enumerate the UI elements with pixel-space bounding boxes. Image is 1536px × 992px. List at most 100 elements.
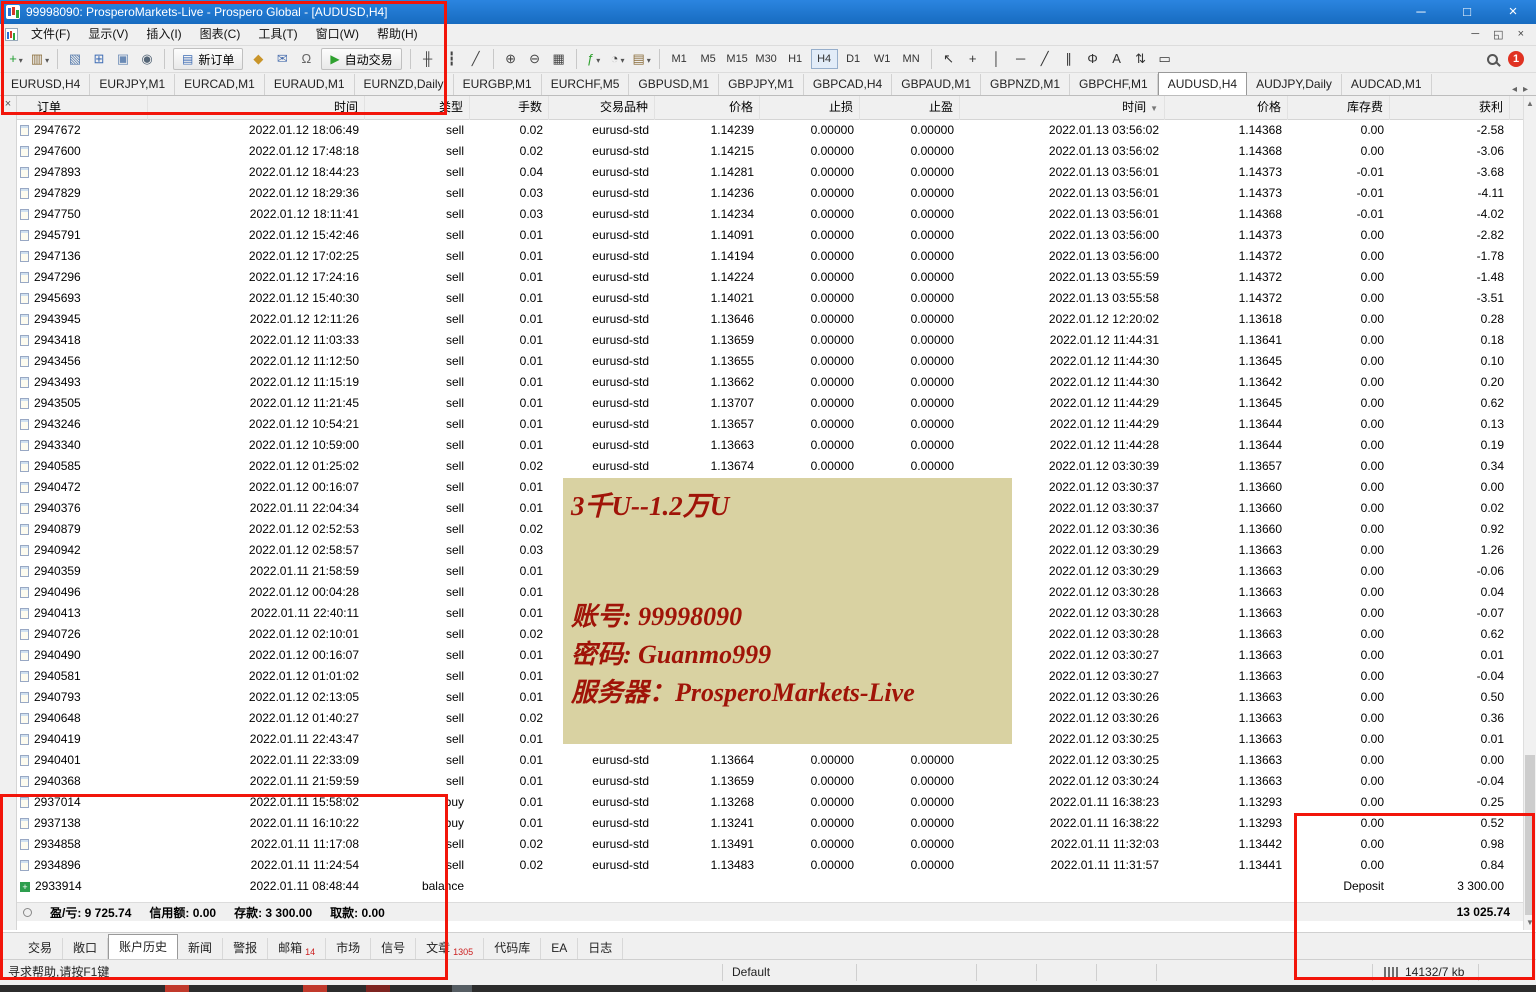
symbol-tab-gbpusd-m1[interactable]: GBPUSD,M1 — [629, 74, 719, 95]
timeframe-button-mn[interactable]: MN — [898, 49, 925, 69]
column-header-symbol[interactable]: 交易品种 — [549, 96, 655, 120]
table-row[interactable]: 29434182022.01.12 11:03:33sell0.01eurusd… — [17, 330, 1523, 351]
bottom-tab-market[interactable]: 市场 — [326, 938, 371, 959]
column-header-order[interactable]: 订单 — [17, 96, 148, 120]
vertical-line-icon[interactable]: │ — [986, 48, 1008, 70]
bottom-tab-alerts[interactable]: 警报 — [223, 938, 268, 959]
panel-close-icon[interactable]: × — [2, 99, 15, 112]
menu-item[interactable]: 图表(C) — [191, 24, 250, 45]
channel-icon[interactable]: ∥ — [1058, 48, 1080, 70]
mdi-minimize-icon[interactable]: ─ — [1471, 28, 1479, 41]
table-row[interactable]: 29370142022.01.11 15:58:02buy0.01eurusd-… — [17, 792, 1523, 813]
timeframe-button-d1[interactable]: D1 — [840, 49, 867, 69]
timeframe-button-m30[interactable]: M30 — [753, 49, 780, 69]
table-row[interactable]: +29339142022.01.11 08:48:44balanceDeposi… — [17, 876, 1523, 897]
bottom-tab-journal[interactable]: 日志 — [578, 938, 623, 959]
arrows-icon[interactable]: ⇅ — [1130, 48, 1152, 70]
column-header-stop-loss[interactable]: 止损 — [760, 96, 860, 120]
tab-scroll-left-icon[interactable]: ◂ — [1512, 84, 1517, 95]
column-header-profit[interactable]: 获利 — [1390, 96, 1510, 120]
bottom-tab-ea[interactable]: EA — [541, 938, 578, 959]
bottom-tab-articles[interactable]: 文章1305 — [416, 938, 484, 959]
menu-item[interactable]: 帮助(H) — [368, 24, 427, 45]
bottom-tab-account-history[interactable]: 账户历史 — [108, 934, 178, 959]
column-header-close-time[interactable]: 时间▼ — [960, 96, 1165, 120]
bottom-tab-trade[interactable]: 交易 — [18, 938, 63, 959]
column-header-take-profit[interactable]: 止盈 — [860, 96, 960, 120]
column-header-close-price[interactable]: 价格 — [1165, 96, 1288, 120]
table-row[interactable]: 29371382022.01.11 16:10:22buy0.01eurusd-… — [17, 813, 1523, 834]
profiles-icon[interactable]: ▥▾ — [29, 48, 51, 70]
column-header-lots[interactable]: 手数 — [470, 96, 549, 120]
table-row[interactable]: 29433402022.01.12 10:59:00sell0.01eurusd… — [17, 435, 1523, 456]
symbol-tab-gbpchf-m1[interactable]: GBPCHF,M1 — [1070, 74, 1158, 95]
new-order-icon[interactable]: +▾ — [5, 48, 27, 70]
bottom-tab-code-base[interactable]: 代码库 — [484, 938, 541, 959]
table-row[interactable]: 29476002022.01.12 17:48:18sell0.02eurusd… — [17, 141, 1523, 162]
scroll-up-icon[interactable]: ▲ — [1524, 96, 1536, 111]
table-row[interactable]: 29348962022.01.11 11:24:54sell0.02eurusd… — [17, 855, 1523, 876]
symbol-tab-eurgbp-m1[interactable]: EURGBP,M1 — [454, 74, 542, 95]
vertical-scrollbar[interactable]: ▲ ▼ — [1523, 96, 1536, 930]
timeframe-button-m1[interactable]: M1 — [666, 49, 693, 69]
bottom-tab-exposure[interactable]: 敞口 — [63, 938, 108, 959]
mdi-close-icon[interactable]: × — [1518, 28, 1524, 41]
shapes-icon[interactable]: ▭ — [1154, 48, 1176, 70]
bottom-tab-signals[interactable]: 信号 — [371, 938, 416, 959]
table-row[interactable]: 29478932022.01.12 18:44:23sell0.04eurusd… — [17, 162, 1523, 183]
tab-scroll-right-icon[interactable]: ▸ — [1523, 84, 1528, 95]
scroll-down-icon[interactable]: ▼ — [1524, 915, 1536, 930]
symbol-tab-eurcad-m1[interactable]: EURCAD,M1 — [175, 74, 265, 95]
table-row[interactable]: 29456932022.01.12 15:40:30sell0.01eurusd… — [17, 288, 1523, 309]
timeframe-button-m15[interactable]: M15 — [724, 49, 751, 69]
table-row[interactable]: 29434932022.01.12 11:15:19sell0.01eurusd… — [17, 372, 1523, 393]
strategy-tester-icon[interactable]: ◉ — [136, 48, 158, 70]
chart-window-icon[interactable]: ▧ — [64, 48, 86, 70]
table-row[interactable]: 29403682022.01.11 21:59:59sell0.01eurusd… — [17, 771, 1523, 792]
cursor-icon[interactable]: ↖ — [938, 48, 960, 70]
symbol-tab-eurchf-m5[interactable]: EURCHF,M5 — [542, 74, 630, 95]
autotrading-button[interactable]: ▶自动交易 — [321, 48, 401, 70]
bar-chart-icon[interactable]: ╫ — [417, 48, 439, 70]
table-row[interactable]: 29476722022.01.12 18:06:49sell0.02eurusd… — [17, 120, 1523, 141]
menu-item[interactable]: 文件(F) — [22, 24, 79, 45]
maximize-icon[interactable]: □ — [1444, 0, 1490, 24]
table-row[interactable]: 29472962022.01.12 17:24:16sell0.01eurusd… — [17, 267, 1523, 288]
trendline-icon[interactable]: ╱ — [1034, 48, 1056, 70]
line-chart-icon[interactable]: ╱ — [465, 48, 487, 70]
table-row[interactable]: 29435052022.01.12 11:21:45sell0.01eurusd… — [17, 393, 1523, 414]
horizontal-line-icon[interactable]: ─ — [1010, 48, 1032, 70]
timeframe-button-h1[interactable]: H1 — [782, 49, 809, 69]
symbol-tab-audcad-m1[interactable]: AUDCAD,M1 — [1342, 74, 1432, 95]
candlestick-icon[interactable]: ┇ — [441, 48, 463, 70]
close-icon[interactable]: × — [1490, 0, 1536, 24]
zoom-out-icon[interactable]: ⊖ — [524, 48, 546, 70]
table-row[interactable]: 29478292022.01.12 18:29:36sell0.03eurusd… — [17, 183, 1523, 204]
menu-item[interactable]: 显示(V) — [79, 24, 137, 45]
symbol-tab-euraud-m1[interactable]: EURAUD,M1 — [265, 74, 355, 95]
symbol-tab-audjpy-daily[interactable]: AUDJPY,Daily — [1247, 74, 1342, 95]
market-icon[interactable]: ◆ — [247, 48, 269, 70]
periods-icon[interactable]: ◔▾ — [607, 48, 629, 70]
table-row[interactable]: 29434562022.01.12 11:12:50sell0.01eurusd… — [17, 351, 1523, 372]
table-row[interactable]: 29405852022.01.12 01:25:02sell0.02eurusd… — [17, 456, 1523, 477]
symbol-tab-gbpcad-h4[interactable]: GBPCAD,H4 — [804, 74, 892, 95]
scroll-thumb[interactable] — [1525, 755, 1535, 915]
templates-icon[interactable]: ▤▾ — [631, 48, 653, 70]
fibonacci-icon[interactable]: Φ — [1082, 48, 1104, 70]
bottom-tab-news[interactable]: 新闻 — [178, 938, 223, 959]
timeframe-button-h4[interactable]: H4 — [811, 49, 838, 69]
table-row[interactable]: 29404012022.01.11 22:33:09sell0.01eurusd… — [17, 750, 1523, 771]
headset-icon[interactable]: Ω — [295, 48, 317, 70]
column-header-swap[interactable]: 库存费 — [1288, 96, 1390, 120]
crosshair-icon[interactable]: + — [962, 48, 984, 70]
table-row[interactable]: 29432462022.01.12 10:54:21sell0.01eurusd… — [17, 414, 1523, 435]
column-header-type[interactable]: 类型 — [365, 96, 470, 120]
column-header-open-time[interactable]: 时间 — [148, 96, 365, 120]
timeframe-button-m5[interactable]: M5 — [695, 49, 722, 69]
indicators-icon[interactable]: ƒ▾ — [583, 48, 605, 70]
notification-badge[interactable]: 1 — [1508, 51, 1524, 67]
menu-item[interactable]: 插入(I) — [137, 24, 190, 45]
symbol-tab-gbpaud-m1[interactable]: GBPAUD,M1 — [892, 74, 981, 95]
mdi-restore-icon[interactable]: ◱ — [1493, 28, 1503, 41]
